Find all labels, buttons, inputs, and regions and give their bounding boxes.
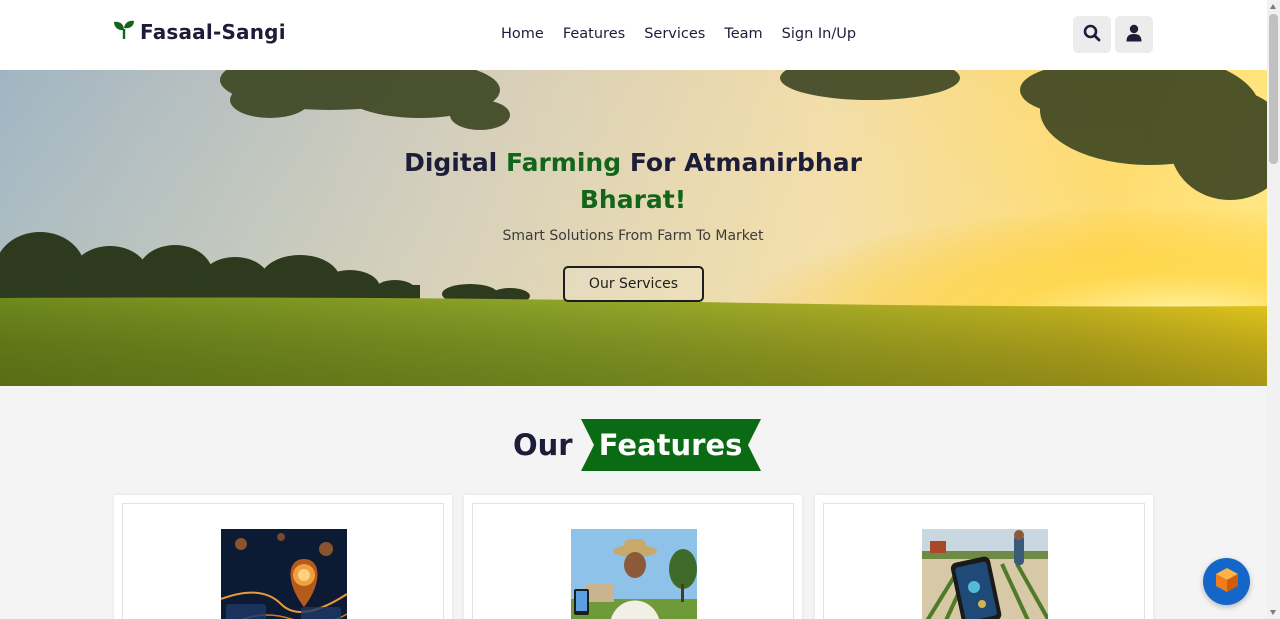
gps-location-pin-image xyxy=(221,529,347,619)
nav-sign-in-up[interactable]: Sign In/Up xyxy=(782,26,856,42)
feature-card[interactable] xyxy=(815,495,1153,619)
smart-farming-phone-image xyxy=(922,529,1048,619)
floating-action-button[interactable] xyxy=(1203,558,1250,605)
main-nav: Home Features Services Team Sign In/Up xyxy=(501,26,856,42)
user-icon xyxy=(1126,24,1142,46)
hero-title-part1: Digital xyxy=(404,148,498,177)
features-heading-plain: Our xyxy=(513,428,573,462)
features-heading: Our Features xyxy=(513,419,761,471)
hero-banner: Digital Farming For Atmanirbhar Bharat! … xyxy=(0,70,1267,386)
search-button[interactable] xyxy=(1073,16,1111,53)
brand-logo[interactable]: Fasaal-Sangi xyxy=(113,20,286,44)
page-scrollbar[interactable] xyxy=(1267,0,1280,619)
sprout-icon xyxy=(113,20,135,44)
farmer-with-phone-image xyxy=(571,529,697,619)
hero-title: Digital Farming For Atmanirbhar Bharat! xyxy=(383,144,883,218)
nav-home[interactable]: Home xyxy=(501,26,544,42)
hero-title-part2: For Atmanirbhar xyxy=(629,148,862,177)
scrollbar-thumb[interactable] xyxy=(1269,14,1278,164)
feature-card[interactable] xyxy=(464,495,802,619)
features-heading-badge-text: Features xyxy=(598,428,743,462)
hero-title-highlight2: Bharat! xyxy=(579,185,687,214)
nav-team[interactable]: Team xyxy=(724,26,762,42)
scroll-down-arrow-icon[interactable] xyxy=(1270,610,1276,615)
top-navbar: Fasaal-Sangi Home Features Services Team… xyxy=(0,0,1267,70)
nav-features[interactable]: Features xyxy=(563,26,625,42)
brand-name: Fasaal-Sangi xyxy=(140,20,286,44)
hero-title-highlight1: Farming xyxy=(505,148,622,177)
hero-subtitle: Smart Solutions From Farm To Market xyxy=(502,228,764,244)
user-account-button[interactable] xyxy=(1115,16,1153,53)
nav-services[interactable]: Services xyxy=(644,26,705,42)
scroll-up-arrow-icon[interactable] xyxy=(1270,4,1276,9)
cube-icon xyxy=(1215,567,1239,597)
features-heading-badge: Features xyxy=(580,419,761,471)
feature-card[interactable] xyxy=(114,495,452,619)
our-services-button[interactable]: Our Services xyxy=(563,266,704,302)
search-icon xyxy=(1083,24,1101,46)
